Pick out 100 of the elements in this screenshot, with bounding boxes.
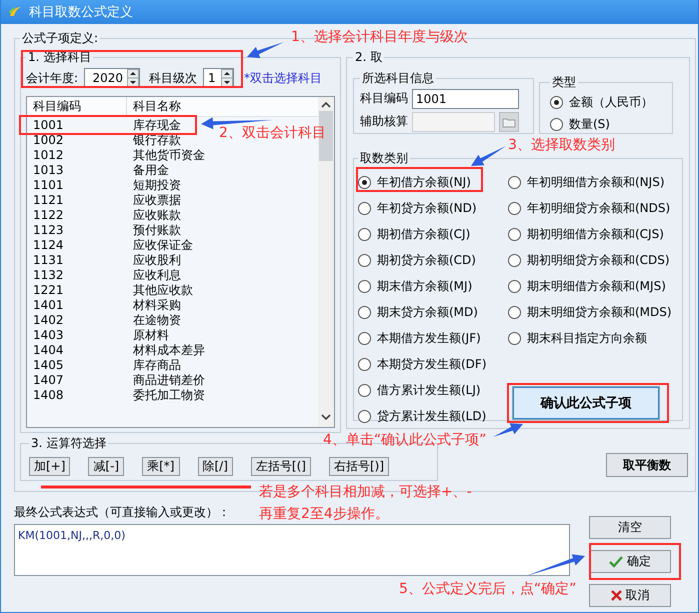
radio-button[interactable] bbox=[358, 280, 371, 292]
radio-button[interactable] bbox=[358, 410, 371, 422]
table-cell-text: 库存现金 bbox=[132, 118, 181, 133]
expression-label: 最终公式表达式（可直接输入或更改）： bbox=[14, 504, 230, 520]
table-cell-text: 1012 bbox=[32, 148, 65, 163]
radio-label[interactable]: 年初贷方余额(ND) bbox=[377, 200, 477, 216]
table-cell-text: 1401 bbox=[32, 298, 65, 313]
operator-button[interactable]: 乘[*] bbox=[142, 456, 180, 476]
radio-label[interactable]: 本期借方发生额(JF) bbox=[377, 330, 481, 346]
auxiliary-field[interactable] bbox=[412, 112, 495, 132]
column-header[interactable]: 科目编码 bbox=[27, 97, 127, 116]
subject-code-field[interactable]: 1001 bbox=[412, 88, 519, 108]
radio-button[interactable] bbox=[508, 254, 521, 266]
group-label: 所选科目信息 bbox=[361, 70, 435, 87]
clear-button[interactable]: 清空 bbox=[589, 516, 671, 539]
radio-button[interactable] bbox=[550, 118, 563, 130]
table-cell-text: 1402 bbox=[32, 313, 65, 328]
table-cell-text: 1101 bbox=[32, 178, 65, 193]
callout-arrow bbox=[526, 554, 585, 576]
radio-label[interactable]: 期末明细借方余额和(MJS) bbox=[527, 278, 666, 294]
radio-label[interactable]: 年初借方余额(NJ) bbox=[377, 174, 471, 190]
balance-button[interactable]: 取平衡数 bbox=[606, 453, 688, 477]
spin-arrows-icon[interactable] bbox=[221, 69, 234, 87]
table-cell-text: 1403 bbox=[32, 328, 65, 343]
radio-button[interactable] bbox=[358, 228, 371, 240]
table-cell-text: 1132 bbox=[32, 268, 65, 283]
table-cell-text: 1123 bbox=[32, 223, 65, 238]
radio-button[interactable] bbox=[358, 358, 371, 370]
level-spinbox[interactable]: 1 bbox=[203, 68, 234, 88]
radio-label[interactable]: 期初贷方余额(CD) bbox=[377, 252, 476, 268]
radio-button[interactable] bbox=[508, 202, 521, 214]
group-label: 取数类别 bbox=[359, 150, 409, 167]
annotation-text: 若是多个科目相加减，可选择+、- bbox=[259, 484, 472, 500]
radio-label[interactable]: 借方累计发生额(LJ) bbox=[377, 382, 481, 398]
table-cell-text: 商品进销差价 bbox=[132, 373, 205, 388]
table-cell-text: 1121 bbox=[32, 193, 65, 208]
year-label: 会计年度: bbox=[26, 70, 78, 86]
radio-button[interactable] bbox=[508, 332, 521, 344]
level-label: 科目级次 bbox=[149, 70, 198, 86]
field-label: 辅助核算 bbox=[360, 113, 408, 130]
radio-label[interactable]: 贷方累计发生额(LD) bbox=[377, 408, 486, 424]
ok-button[interactable]: 确定 bbox=[589, 550, 671, 573]
spin-arrows-icon[interactable] bbox=[127, 69, 140, 87]
annotation-text: 再重复2至4步操作。 bbox=[259, 506, 389, 522]
operator-button[interactable]: 加[+] bbox=[29, 456, 70, 476]
annotation-text: 2、双击会计科目 bbox=[219, 125, 326, 141]
table-cell-text: 1001 bbox=[32, 118, 65, 133]
close-icon bbox=[610, 590, 622, 601]
table-cell-text: 1122 bbox=[32, 208, 65, 223]
radio-label[interactable]: 年初明细借方余额和(NJS) bbox=[527, 174, 664, 190]
table-cell-text: 短期投资 bbox=[132, 178, 181, 193]
radio-button[interactable] bbox=[508, 176, 521, 188]
operator-button[interactable]: 减[-] bbox=[88, 456, 124, 476]
radio-label[interactable]: 年初明细贷方余额和(NDS) bbox=[527, 200, 670, 216]
cancel-button[interactable]: 取消 bbox=[589, 584, 671, 607]
annotation-text: 4、单击“确认此公式子项” bbox=[323, 432, 486, 448]
table-cell-text: 应收票据 bbox=[132, 193, 181, 208]
radio-label[interactable]: 期末科目指定方向余额 bbox=[527, 330, 647, 346]
operator-button[interactable]: 左括号[(] bbox=[250, 456, 311, 476]
table-cell-text: 材料采购 bbox=[132, 298, 181, 313]
radio-button[interactable] bbox=[550, 96, 563, 108]
radio-button[interactable] bbox=[358, 384, 371, 396]
radio-label[interactable]: 期末明细贷方余额和(MDS) bbox=[527, 304, 672, 320]
radio-label[interactable]: 期末贷方余额(MD) bbox=[377, 304, 478, 320]
radio-button[interactable] bbox=[358, 176, 371, 188]
radio-label[interactable]: 期初明细借方余额和(CJS) bbox=[527, 226, 664, 242]
annotation-text: 5、公式定义完后，点“确定” bbox=[399, 581, 576, 597]
operator-button[interactable]: 除[/] bbox=[198, 456, 233, 476]
table-cell-text: 1131 bbox=[32, 253, 65, 268]
expression-field[interactable]: KM(1001,NJ,,,R,0,0) bbox=[14, 524, 570, 576]
scroll-up-icon[interactable] bbox=[321, 101, 331, 109]
radio-button[interactable] bbox=[508, 306, 521, 318]
scroll-down-icon[interactable] bbox=[321, 413, 331, 421]
radio-label[interactable]: 数量(S) bbox=[569, 116, 610, 132]
radio-label[interactable]: 期末借方余额(MJ) bbox=[377, 278, 472, 294]
column-header[interactable]: 科目名称 bbox=[127, 97, 181, 116]
table-cell-text: 应收保证金 bbox=[132, 238, 193, 253]
operator-button[interactable]: 右括号[)] bbox=[328, 456, 389, 476]
subject-list[interactable] bbox=[26, 96, 335, 428]
radio-button[interactable] bbox=[358, 202, 371, 214]
radio-button[interactable] bbox=[358, 254, 371, 266]
radio-button[interactable] bbox=[508, 280, 521, 292]
callout-arrow bbox=[247, 42, 284, 58]
table-cell-text: 委托加工物资 bbox=[132, 388, 205, 403]
radio-button[interactable] bbox=[508, 228, 521, 240]
table-cell-text: 1405 bbox=[32, 358, 65, 373]
radio-label[interactable]: 金额（人民币） bbox=[569, 94, 653, 110]
callout-arrow bbox=[471, 146, 506, 166]
table-cell-text: 材料成本差异 bbox=[132, 343, 205, 358]
radio-label[interactable]: 期初明细贷方余额和(CDS) bbox=[527, 252, 670, 268]
table-cell-text: 其他应收款 bbox=[132, 283, 193, 298]
table-cell-text: 1404 bbox=[32, 343, 65, 358]
radio-button[interactable] bbox=[358, 306, 371, 318]
callout-arrow bbox=[493, 423, 523, 437]
radio-button[interactable] bbox=[358, 332, 371, 344]
confirm-button[interactable]: 确认此公式子项 bbox=[513, 387, 659, 419]
radio-label[interactable]: 本期贷方发生额(DF) bbox=[377, 356, 487, 372]
year-spinbox[interactable]: 2020 bbox=[84, 68, 140, 88]
table-cell-text: 1221 bbox=[32, 283, 65, 298]
radio-label[interactable]: 期初借方余额(CJ) bbox=[377, 226, 470, 242]
